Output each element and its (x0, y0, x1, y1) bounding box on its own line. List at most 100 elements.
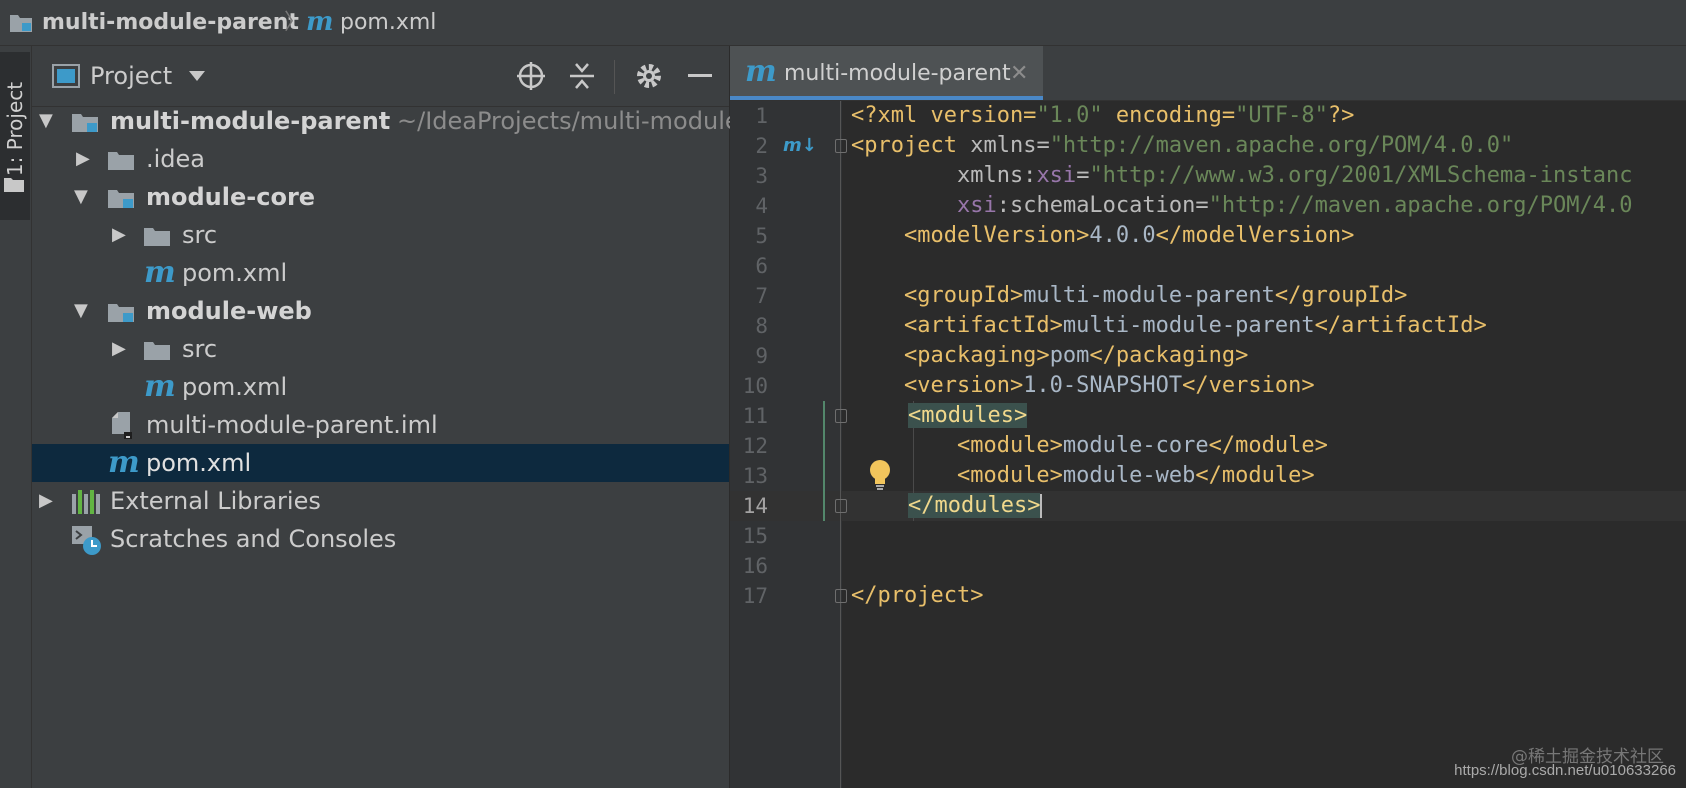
tree-row-web-pom[interactable]: m pom.xml (32, 368, 729, 406)
breadcrumb-separator: 〉 (284, 10, 307, 35)
code-line-5[interactable]: <modelVersion>4.0.0</modelVersion> (851, 221, 1354, 251)
folder-icon (108, 152, 134, 170)
breadcrumb-project[interactable]: multi-module-parent (42, 0, 299, 45)
project-view-title[interactable]: Project (90, 58, 172, 94)
maven-icon: m (144, 369, 176, 404)
code-line-13[interactable]: <module>module-web</module> (851, 461, 1315, 491)
project-view-icon (52, 64, 80, 88)
code-line-4[interactable]: xsi:schemaLocation="http://maven.apache.… (851, 191, 1633, 221)
maven-navigate-icon[interactable]: m↓ (783, 133, 817, 159)
chevron-down-icon[interactable] (188, 70, 206, 82)
tree-row-external-libraries[interactable]: ▶ External Libraries (32, 482, 729, 520)
line-number: 4 (755, 194, 768, 218)
tree-root-name: multi-module-parent (110, 107, 391, 135)
line-number-current: 14 (742, 494, 768, 518)
scratches-icon (72, 526, 101, 555)
code-line-7[interactable]: <groupId>multi-module-parent</groupId> (851, 281, 1407, 311)
code-line-3[interactable]: xmlns:xsi="http://www.w3.org/2001/XMLSch… (851, 161, 1633, 191)
fold-marker-icon[interactable] (835, 139, 847, 153)
expand-arrow-icon[interactable]: ▼ (39, 102, 53, 140)
folder-icon (144, 228, 170, 246)
tree-item-label: multi-module-parent.iml (146, 411, 438, 439)
line-number: 17 (742, 584, 768, 608)
tree-item-label: module-core (146, 183, 316, 211)
line-number: 16 (742, 554, 768, 578)
tree-row-root-pom[interactable]: m pom.xml (32, 444, 729, 482)
code-line-1[interactable]: <?xml version="1.0" encoding="UTF-8"?> (851, 101, 1354, 131)
expand-arrow-icon[interactable]: ▶ (76, 140, 90, 178)
code-line-17[interactable]: </project> (851, 581, 983, 611)
change-marker (823, 401, 825, 521)
line-number: 3 (755, 164, 768, 188)
maven-icon: m (108, 445, 140, 480)
line-number: 9 (755, 344, 768, 368)
line-number: 13 (742, 464, 768, 488)
folder-icon (4, 178, 24, 192)
maven-icon: m (745, 54, 777, 89)
line-number: 8 (755, 314, 768, 338)
maven-icon: m (306, 7, 334, 37)
tree-item-label: Scratches and Consoles (110, 525, 397, 553)
matched-tag: </modules> (908, 493, 1041, 518)
expand-arrow-icon[interactable]: ▶ (112, 330, 126, 368)
locate-icon[interactable] (516, 61, 546, 91)
tree-row-iml[interactable]: multi-module-parent.iml (32, 406, 729, 444)
line-number: 15 (742, 524, 768, 548)
module-folder-icon (72, 114, 98, 132)
tree-row-core-pom[interactable]: m pom.xml (32, 254, 729, 292)
minimize-icon[interactable] (688, 74, 712, 77)
fold-marker-icon[interactable] (835, 589, 847, 603)
line-number: 5 (755, 224, 768, 248)
tree-item-label: pom.xml (182, 373, 288, 401)
text-cursor (1040, 494, 1043, 518)
library-icon (72, 490, 100, 514)
project-tool-tab-label[interactable]: 1: Project (3, 74, 27, 184)
line-number: 10 (742, 374, 768, 398)
close-icon[interactable]: ✕ (1010, 54, 1028, 94)
line-number: 11 (742, 404, 768, 428)
active-tab-indicator (730, 96, 1043, 100)
tree-row-idea[interactable]: ▶ .idea (32, 140, 729, 178)
tree-row-web-src[interactable]: ▶ src (32, 330, 729, 368)
tree-item-label: .idea (146, 145, 206, 173)
module-folder-icon (108, 190, 134, 208)
tree-row-module-web[interactable]: ▼ module-web (32, 292, 729, 330)
tree-row-module-core[interactable]: ▼ module-core (32, 178, 729, 216)
fold-marker-icon[interactable] (835, 499, 847, 513)
watermark-url: https://blog.csdn.net/u010633266 (1454, 762, 1676, 779)
expand-arrow-icon[interactable]: ▼ (74, 292, 88, 330)
tree-row-core-src[interactable]: ▶ src (32, 216, 729, 254)
code-line-2[interactable]: <project xmlns="http://maven.apache.org/… (851, 131, 1513, 161)
maven-icon: m (144, 255, 176, 290)
code-line-14[interactable]: </modules> (908, 491, 1043, 521)
toolbar-divider (614, 60, 615, 94)
tree-item-label: pom.xml (182, 259, 288, 287)
tree-item-label: External Libraries (110, 487, 321, 515)
tree-item-label: src (182, 221, 218, 249)
code-line-12[interactable]: <module>module-core</module> (851, 431, 1328, 461)
fold-marker-icon[interactable] (835, 409, 847, 423)
expand-arrow-icon[interactable]: ▶ (112, 216, 126, 254)
expand-arrow-icon[interactable]: ▼ (74, 178, 88, 216)
tree-item-label: pom.xml (146, 449, 252, 477)
fold-guide-line (840, 101, 841, 788)
code-line-9[interactable]: <packaging>pom</packaging> (851, 341, 1248, 371)
line-number: 1 (755, 104, 768, 128)
breadcrumb-file[interactable]: pom.xml (340, 0, 436, 45)
code-line-8[interactable]: <artifactId>multi-module-parent</artifac… (851, 311, 1487, 341)
line-number: 12 (742, 434, 768, 458)
tree-row-scratches[interactable]: Scratches and Consoles (32, 520, 729, 558)
line-number: 2 (755, 134, 768, 158)
expand-arrow-icon[interactable]: ▶ (39, 482, 53, 520)
collapse-all-icon[interactable] (568, 61, 596, 91)
current-line-highlight (730, 491, 1686, 521)
module-folder-icon (10, 15, 32, 32)
tree-row-root[interactable]: ▼ multi-module-parent ~/IdeaProjects/mul… (32, 102, 740, 140)
code-line-10[interactable]: <version>1.0-SNAPSHOT</version> (851, 371, 1315, 401)
line-number: 7 (755, 284, 768, 308)
editor-tab-label[interactable]: multi-module-parent (784, 54, 1011, 94)
matched-tag: <modules> (908, 403, 1028, 428)
gear-icon[interactable] (634, 61, 664, 91)
code-line-11[interactable]: <modules> (908, 401, 1028, 431)
line-number: 6 (755, 254, 768, 278)
